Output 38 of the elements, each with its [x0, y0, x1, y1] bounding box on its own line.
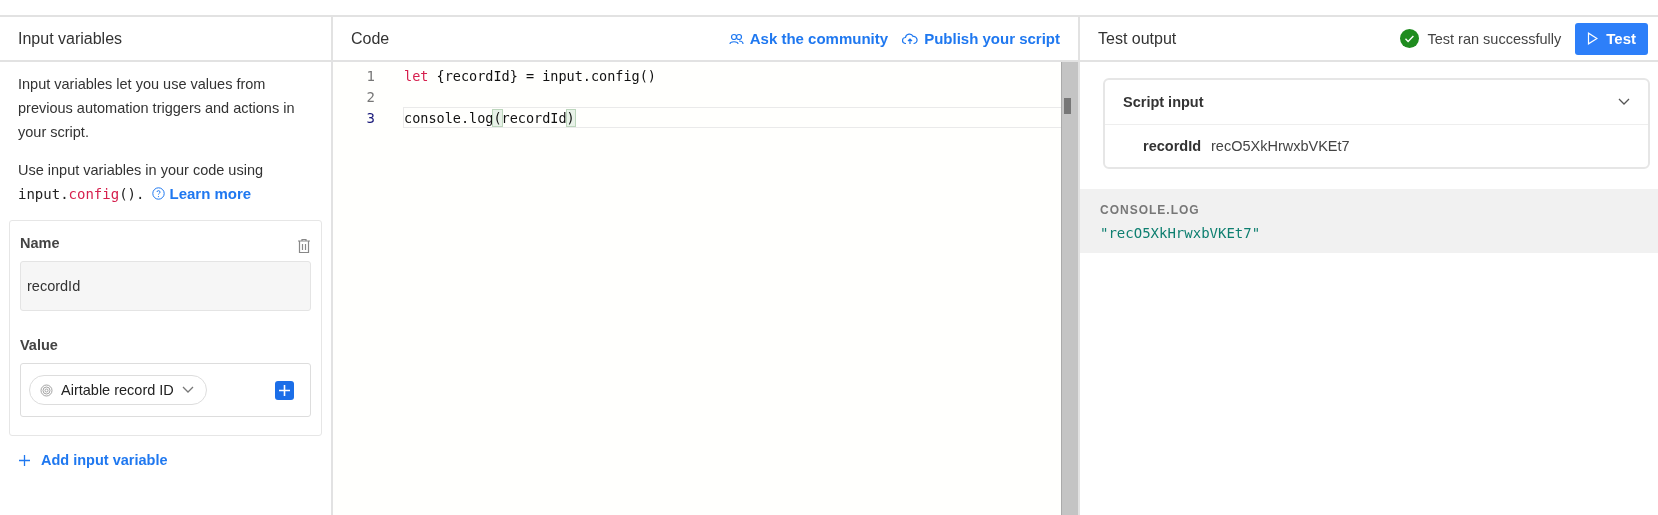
people-icon — [728, 32, 744, 45]
panel-title: Code — [351, 29, 391, 48]
panel-title: Test output — [1098, 29, 1178, 48]
code-line: console.log(recordId) — [403, 107, 1061, 128]
plus-icon — [18, 453, 31, 467]
line-number: 3 — [365, 109, 375, 126]
console-label: CONSOLE.LOG — [1100, 203, 1201, 217]
plus-icon — [278, 383, 291, 397]
panel-title: Input variables — [18, 29, 124, 48]
community-link[interactable]: Ask the community — [728, 30, 889, 47]
line-number: 2 — [365, 88, 375, 105]
chevron-icon[interactable] — [1618, 98, 1630, 106]
name-field[interactable]: recordId — [20, 261, 311, 311]
fingerprint-icon — [40, 383, 53, 397]
caret-icon — [181, 386, 194, 394]
status-text: Test ran successfully — [1400, 29, 1562, 48]
test-button[interactable]: Test — [1575, 22, 1648, 55]
trash-icon[interactable] — [297, 238, 311, 254]
insert-button[interactable] — [275, 380, 294, 400]
code-line: let {recordId} = input.config() — [403, 66, 657, 86]
field-label: Value — [20, 337, 59, 353]
usage-text: Use input variables in your code using input.config(). Learn more — [18, 158, 297, 206]
check-icon — [1400, 29, 1420, 48]
console-output: "recO5XkHrwxbVKEt7" — [1100, 225, 1262, 241]
card-title: Script input — [1123, 94, 1204, 110]
input-value: recO5XkHrwxbVKEt7 — [1211, 138, 1350, 154]
intro-text: Input variables let you use values from previous automation triggers and actions in your script. — [18, 75, 296, 142]
add-variable-button[interactable]: Add input variable — [18, 452, 297, 468]
publish-link[interactable]: Publish your script — [902, 30, 1060, 47]
scrollbar[interactable] — [1061, 62, 1078, 515]
help-icon — [152, 187, 166, 200]
field-label: Name — [20, 235, 60, 251]
play-icon — [1587, 32, 1599, 45]
value-dropdown[interactable]: Airtable record ID — [29, 375, 207, 405]
cloud-upload-icon — [902, 32, 919, 45]
input-key: recordId — [1143, 138, 1201, 154]
line-number: 1 — [365, 67, 375, 84]
learn-more-link[interactable]: Learn more — [169, 182, 252, 206]
